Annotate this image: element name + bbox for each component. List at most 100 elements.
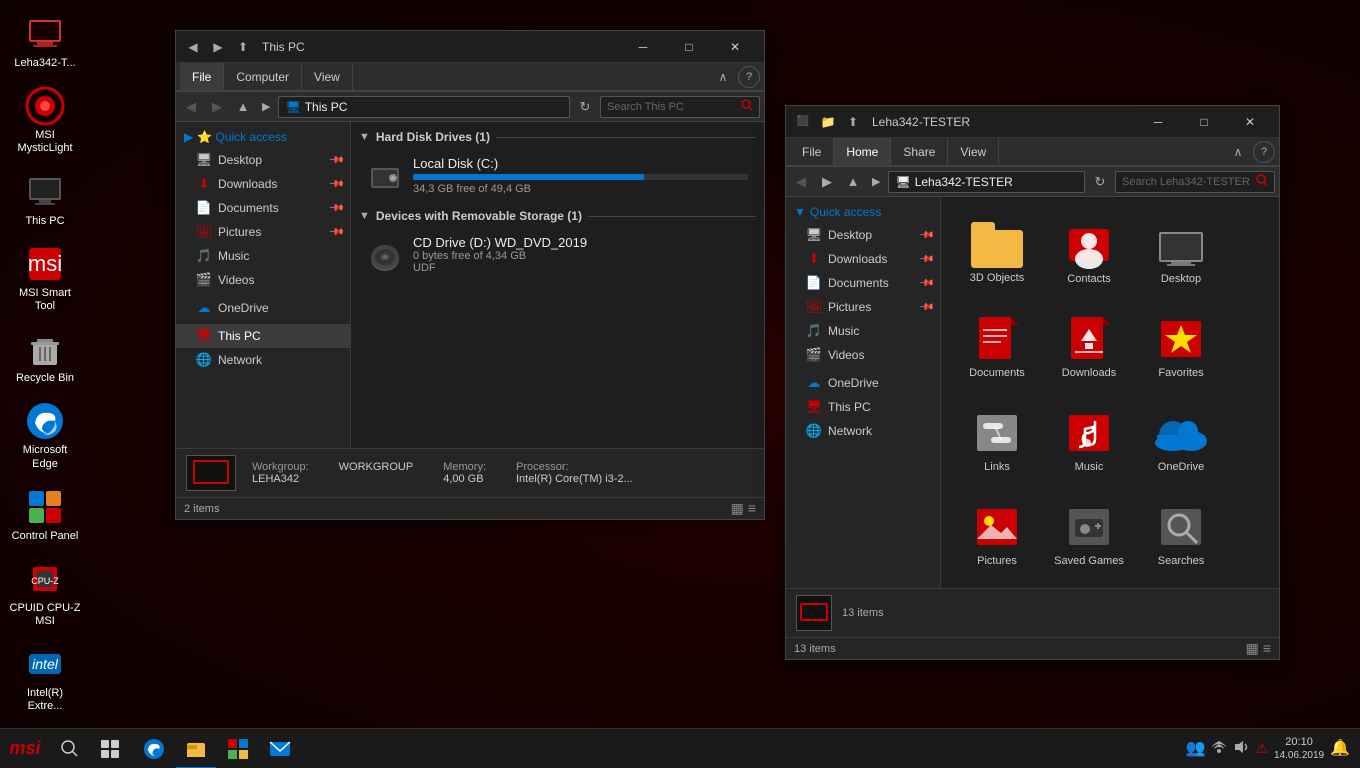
desktop-icon-cpuid[interactable]: CPU-Z CPUID CPU-Z MSI xyxy=(5,555,85,632)
w1-back-btn[interactable]: ◀ xyxy=(180,96,202,118)
sidebar-w2-network[interactable]: 🌐 Network xyxy=(786,419,940,443)
titlebar-icon-3[interactable]: ⬆ xyxy=(232,38,254,56)
desktop-icon-this-pc[interactable]: This PC xyxy=(5,168,85,232)
grid-item-onedrive[interactable]: OneDrive xyxy=(1137,397,1225,487)
tray-notification-icon[interactable]: 🔔 xyxy=(1330,738,1350,758)
grid-item-contacts[interactable]: Contacts xyxy=(1045,209,1133,299)
sidebar-w2-this-pc[interactable]: 🖥 This PC xyxy=(786,395,940,419)
sidebar-w2-documents[interactable]: 📄 Documents 📌 xyxy=(786,271,940,295)
w2-refresh-btn[interactable]: ↻ xyxy=(1089,171,1111,193)
desktop-icon-msi-mystic[interactable]: MSI MysticLight xyxy=(5,82,85,159)
tab-home-w2[interactable]: Home xyxy=(834,138,891,166)
titlebar-icon-w2-2[interactable]: 📁 xyxy=(817,113,839,131)
ribbon-collapse-w2[interactable]: ∧ xyxy=(1227,141,1249,163)
hdd-collapse-arrow[interactable]: ▼ xyxy=(359,131,370,143)
win1-minimize[interactable]: ─ xyxy=(620,31,666,63)
grid-item-downloads[interactable]: Downloads xyxy=(1045,303,1133,393)
tab-file-w2[interactable]: File xyxy=(790,138,834,166)
win1-close[interactable]: ✕ xyxy=(712,31,758,63)
w1-address-field[interactable]: 🖥 This PC xyxy=(278,96,570,118)
sidebar-item-this-pc[interactable]: 🖥 This PC xyxy=(176,324,350,348)
sidebar-item-music[interactable]: 🎵 Music xyxy=(176,244,350,268)
grid-item-links[interactable]: Links xyxy=(953,397,1041,487)
sidebar-w2-desktop[interactable]: 🖥 Desktop 📌 xyxy=(786,223,940,247)
sidebar-item-documents[interactable]: 📄 Documents 📌 xyxy=(176,196,350,220)
tray-network-icon[interactable] xyxy=(1211,739,1227,758)
desktop-icon-control-panel[interactable]: Control Panel xyxy=(5,483,85,547)
w2-back-btn[interactable]: ◀ xyxy=(790,171,812,193)
drive-item-c[interactable]: Local Disk (C:) 34,3 GB free of 49,4 GB xyxy=(359,150,756,201)
sidebar-item-videos[interactable]: 🎬 Videos xyxy=(176,268,350,292)
grid-item-music[interactable]: Music xyxy=(1045,397,1133,487)
w2-forward-btn[interactable]: ▶ xyxy=(816,171,838,193)
sidebar-w2-pictures[interactable]: 🖼 Pictures 📌 xyxy=(786,295,940,319)
titlebar-icon-w2-1[interactable]: ⬛ xyxy=(792,113,814,131)
tray-volume-icon[interactable] xyxy=(1233,739,1249,758)
w2-address-field[interactable]: 🖥 Leha342-TESTER xyxy=(888,171,1085,193)
win2-minimize[interactable]: ─ xyxy=(1135,106,1181,138)
w2-search-field[interactable]: Search Leha342-TESTER xyxy=(1115,171,1275,193)
sidebar-item-desktop[interactable]: 🖥 Desktop 📌 xyxy=(176,148,350,172)
documents-pin-icon: 📌 xyxy=(327,200,344,217)
desktop-icon-msi-smart[interactable]: msi MSI Smart Tool xyxy=(5,240,85,317)
tab-file-w1[interactable]: File xyxy=(180,63,224,91)
desktop-icon-edge[interactable]: Microsoft Edge xyxy=(5,397,85,474)
taskbar-explorer[interactable] xyxy=(176,729,216,768)
view-list-icon-w2[interactable]: ≡ xyxy=(1263,640,1271,657)
w1-forward-btn[interactable]: ▶ xyxy=(206,96,228,118)
grid-item-pictures[interactable]: Pictures xyxy=(953,491,1041,581)
win1-maximize[interactable]: □ xyxy=(666,31,712,63)
w1-up-btn[interactable]: ▲ xyxy=(232,96,254,118)
sidebar-qa-header-w2[interactable]: ▼ Quick access xyxy=(786,201,940,223)
help-btn-w1[interactable]: ? xyxy=(738,66,760,88)
tray-warning-icon[interactable]: ⚠ xyxy=(1255,740,1268,757)
grid-item-documents[interactable]: Documents xyxy=(953,303,1041,393)
sidebar-w2-music[interactable]: 🎵 Music xyxy=(786,319,940,343)
tab-computer-w1[interactable]: Computer xyxy=(224,63,302,91)
desktop-icon-recycle-bin[interactable]: Recycle Bin xyxy=(5,325,85,389)
sidebar-w2-downloads[interactable]: ⬇ Downloads 📌 xyxy=(786,247,940,271)
tab-view-w1[interactable]: View xyxy=(302,63,353,91)
sidebar-item-pictures[interactable]: 🖼 Pictures 📌 xyxy=(176,220,350,244)
grid-item-saved-games[interactable]: Saved Games xyxy=(1045,491,1133,581)
taskbar-mail[interactable] xyxy=(260,729,300,768)
taskbar-edge[interactable] xyxy=(134,729,174,768)
start-button[interactable]: msi xyxy=(0,729,50,768)
taskbar-task-view[interactable] xyxy=(90,729,130,768)
view-tiles-icon[interactable]: ▦ xyxy=(731,500,744,517)
sidebar-item-onedrive[interactable]: ☁ OneDrive xyxy=(176,296,350,320)
help-btn-w2[interactable]: ? xyxy=(1253,141,1275,163)
w1-search-field[interactable]: Search This PC xyxy=(600,96,760,118)
titlebar-icon-w2-3[interactable]: ⬆ xyxy=(842,113,864,131)
tray-people-icon[interactable]: 👥 xyxy=(1186,738,1206,758)
grid-item-desktop-folder[interactable]: Desktop xyxy=(1137,209,1225,299)
titlebar-icon-2[interactable]: ▶ xyxy=(207,38,229,56)
taskbar-search-btn[interactable] xyxy=(50,729,90,768)
searches-icon-grid xyxy=(1157,503,1205,551)
grid-item-favorites[interactable]: Favorites xyxy=(1137,303,1225,393)
desktop-icon-leha342[interactable]: Leha342-T... xyxy=(5,10,85,74)
w2-up-btn[interactable]: ▲ xyxy=(842,171,864,193)
sidebar-item-network[interactable]: 🌐 Network xyxy=(176,348,350,372)
grid-item-3d-objects[interactable]: 3D Objects xyxy=(953,209,1041,299)
sidebar-item-downloads[interactable]: ⬇ Downloads 📌 xyxy=(176,172,350,196)
grid-item-searches[interactable]: Searches xyxy=(1137,491,1225,581)
sidebar-w2-onedrive[interactable]: ☁ OneDrive xyxy=(786,371,940,395)
win2-close[interactable]: ✕ xyxy=(1227,106,1273,138)
window1-tabs: File Computer View ∧ ? xyxy=(176,63,764,91)
tab-view-w2[interactable]: View xyxy=(948,138,999,166)
view-tiles-icon-w2[interactable]: ▦ xyxy=(1246,640,1259,657)
sidebar-quick-access-header[interactable]: ▶ ⭐ Quick access xyxy=(176,126,350,148)
removable-collapse-arrow[interactable]: ▼ xyxy=(359,210,370,222)
win2-maximize[interactable]: □ xyxy=(1181,106,1227,138)
drive-item-d[interactable]: CD Drive (D:) WD_DVD_2019 0 bytes free o… xyxy=(359,229,756,280)
tab-share-w2[interactable]: Share xyxy=(891,138,948,166)
sidebar-w2-videos[interactable]: 🎬 Videos xyxy=(786,343,940,367)
view-list-icon[interactable]: ≡ xyxy=(748,500,756,517)
w1-refresh-btn[interactable]: ↻ xyxy=(574,96,596,118)
taskbar-clock[interactable]: 20:10 14.06.2019 xyxy=(1274,735,1324,762)
titlebar-icon-1[interactable]: ◀ xyxy=(182,38,204,56)
desktop-icon-intel[interactable]: intel Intel(R) Extre... xyxy=(5,640,85,717)
ribbon-collapse[interactable]: ∧ xyxy=(712,66,734,88)
taskbar-store[interactable] xyxy=(218,729,258,768)
